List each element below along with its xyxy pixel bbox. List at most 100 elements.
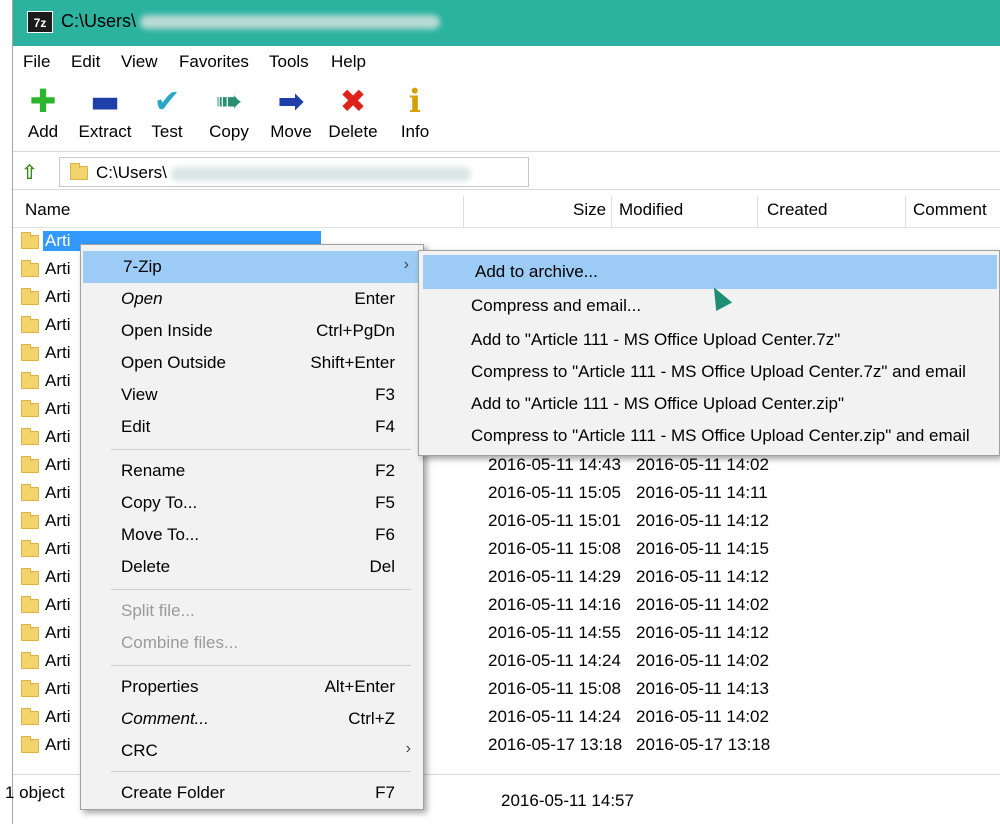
row-name: Arti: [45, 511, 71, 530]
column-header: Name Size Modified Created Comment: [13, 196, 1000, 228]
submenu-add-to-archive[interactable]: Add to archive...: [423, 255, 997, 289]
folder-icon: [21, 736, 39, 753]
folder-icon: [21, 316, 39, 333]
toolbar: ✚ Add ▬ Extract ✔ Test ➠ Copy ➡ Move ✖ D…: [13, 80, 1000, 152]
row-modified: 2016-05-11 14:24: [488, 651, 621, 670]
ctx-item-comment[interactable]: Comment... Ctrl+Z: [81, 703, 423, 735]
folder-up-icon[interactable]: ⇧: [21, 160, 43, 184]
column-divider[interactable]: [905, 196, 906, 228]
arrow-right-icon: ➡: [277, 82, 305, 120]
ctx-item-shortcut: Del: [369, 557, 395, 576]
context-menu: 7-Zip › Open Enter Open Inside Ctrl+PgDn Op…: [80, 244, 424, 810]
ctx-item-shortcut: Ctrl+Z: [348, 709, 395, 728]
7zip-submenu: Add to archive... Compress and email... …: [418, 250, 1000, 456]
ctx-item-open[interactable]: Open Enter: [81, 283, 423, 315]
ctx-item-shortcut: Ctrl+PgDn: [316, 321, 395, 340]
folder-icon: [21, 428, 39, 445]
copy-button[interactable]: ➠ Copy: [197, 84, 261, 142]
extract-button[interactable]: ▬ Extract: [73, 84, 137, 142]
folder-icon: [21, 540, 39, 557]
ctx-item-label: Delete: [121, 557, 171, 576]
add-button[interactable]: ✚ Add: [11, 84, 75, 142]
ctx-item-properties[interactable]: Properties Alt+Enter: [81, 671, 423, 703]
ctx-item-label: Split file...: [121, 601, 195, 620]
menu-help[interactable]: Help: [331, 52, 366, 72]
menu-tools[interactable]: Tools: [269, 52, 309, 72]
row-name: Arti: [45, 287, 71, 306]
window-title-path: C:\Users\: [61, 11, 137, 31]
row-name: Arti: [45, 707, 71, 726]
ctx-item-shortcut: Alt+Enter: [324, 677, 395, 696]
menu-separator: [111, 771, 411, 772]
row-modified: 2016-05-11 15:08: [488, 539, 621, 558]
folder-icon: [21, 400, 39, 417]
ctx-item-edit[interactable]: Edit F4: [81, 411, 423, 443]
ctx-item-label: Combine files...: [121, 633, 239, 652]
redacted-address-blur: [170, 166, 471, 181]
folder-icon: [21, 596, 39, 613]
test-button[interactable]: ✔ Test: [135, 84, 199, 142]
title-bar[interactable]: 7z C:\Users\: [13, 0, 1000, 46]
ctx-item-open-outside[interactable]: Open Outside Shift+Enter: [81, 347, 423, 379]
column-divider[interactable]: [611, 196, 612, 228]
column-name[interactable]: Name: [25, 200, 70, 220]
ctx-item-shortcut: F7: [375, 783, 395, 802]
copy-label: Copy: [209, 122, 249, 141]
extract-label: Extract: [78, 122, 132, 141]
x-icon: ✖: [339, 82, 367, 120]
move-label: Move: [270, 122, 312, 141]
column-size[interactable]: Size: [573, 200, 606, 220]
move-button[interactable]: ➡ Move: [259, 84, 323, 142]
folder-icon: [21, 456, 39, 473]
ctx-item-crc[interactable]: CRC ›: [81, 735, 423, 767]
submenu-compress-zip-email[interactable]: Compress to "Article 111 - MS Office Upl…: [419, 419, 999, 453]
folder-icon: [21, 652, 39, 669]
menu-favorites[interactable]: Favorites: [179, 52, 249, 72]
ctx-item-view[interactable]: View F3: [81, 379, 423, 411]
row-created: 2016-05-11 14:02: [636, 455, 769, 474]
folder-icon: [21, 372, 39, 389]
submenu-add-to-zip[interactable]: Add to "Article 111 - MS Office Upload C…: [419, 387, 999, 421]
row-created: 2016-05-11 14:02: [636, 651, 769, 670]
row-created: 2016-05-11 14:13: [636, 679, 769, 698]
ctx-item-label: View: [121, 385, 158, 404]
menu-separator: [111, 449, 411, 450]
ctx-item-copy-to[interactable]: Copy To... F5: [81, 487, 423, 519]
add-label: Add: [27, 122, 59, 141]
submenu-compress-7z-email[interactable]: Compress to "Article 111 - MS Office Upl…: [419, 355, 999, 389]
row-name: Arti: [45, 455, 71, 474]
submenu-item-label: Add to archive...: [475, 262, 598, 281]
menu-bar: File Edit View Favorites Tools Help: [13, 46, 1000, 78]
column-created[interactable]: Created: [767, 200, 827, 220]
ctx-item-create-folder[interactable]: Create Folder F7: [81, 777, 423, 809]
row-created: 2016-05-11 14:12: [636, 567, 769, 586]
menu-file[interactable]: File: [23, 52, 50, 72]
folder-icon: [21, 288, 39, 305]
ctx-item-7zip[interactable]: 7-Zip ›: [83, 251, 421, 283]
info-label: Info: [400, 122, 430, 141]
row-name: Arti: [45, 651, 71, 670]
column-modified[interactable]: Modified: [619, 200, 683, 220]
delete-button[interactable]: ✖ Delete: [321, 84, 385, 142]
ctx-item-split-file: Split file...: [81, 595, 423, 627]
row-name: Arti: [45, 315, 71, 334]
row-created: 2016-05-11 14:12: [636, 511, 769, 530]
ctx-item-shortcut: Shift+Enter: [310, 353, 395, 372]
ctx-item-rename[interactable]: Rename F2: [81, 455, 423, 487]
ctx-item-open-inside[interactable]: Open Inside Ctrl+PgDn: [81, 315, 423, 347]
ctx-item-delete[interactable]: Delete Del: [81, 551, 423, 583]
ctx-item-shortcut: Enter: [354, 289, 395, 308]
ctx-item-move-to[interactable]: Move To... F6: [81, 519, 423, 551]
submenu-add-to-7z[interactable]: Add to "Article 111 - MS Office Upload C…: [419, 323, 999, 357]
column-divider[interactable]: [757, 196, 758, 228]
row-modified: 2016-05-11 15:08: [488, 679, 621, 698]
ctx-item-label: CRC: [121, 741, 158, 760]
menu-edit[interactable]: Edit: [71, 52, 100, 72]
column-comment[interactable]: Comment: [913, 200, 987, 220]
column-divider[interactable]: [463, 196, 464, 228]
address-input[interactable]: C:\Users\: [59, 157, 529, 187]
row-modified: 2016-05-11 15:05: [488, 483, 621, 502]
test-label: Test: [151, 122, 183, 141]
menu-view[interactable]: View: [121, 52, 158, 72]
info-button[interactable]: ℹ Info: [383, 84, 447, 142]
